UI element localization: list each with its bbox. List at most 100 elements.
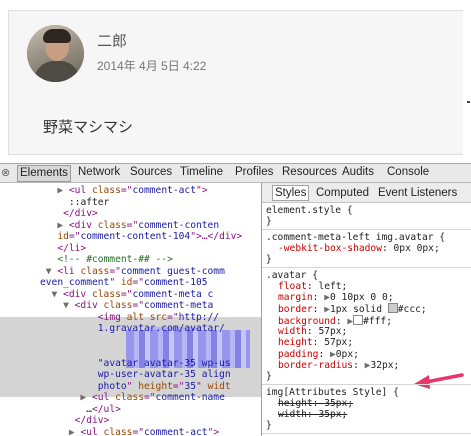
token-val: comment-105 (144, 277, 208, 288)
dom-node-line[interactable]: </li> (40, 243, 86, 255)
dom-node-line[interactable]: id="comment-content-104">…</div> (40, 231, 242, 243)
dom-node-line[interactable]: ▶ <ul class="comment-act"> (40, 427, 219, 436)
css-declaration[interactable]: margin: ▶0 10px 0 0; (278, 292, 394, 304)
token-tag: =" (143, 392, 156, 403)
tab-styles[interactable]: Styles (272, 185, 310, 201)
css-rule-close[interactable]: } (266, 216, 272, 228)
dom-node-line[interactable]: ▶ <ul class="comment-name (40, 392, 225, 404)
css-property: -webkit-box-shadow (278, 242, 382, 254)
dom-node-line[interactable]: </div> (40, 415, 110, 427)
dom-node-line[interactable]: even_comment" id="comment-105 (40, 277, 208, 289)
token-tag: =" (68, 231, 81, 242)
color-swatch-icon[interactable] (387, 303, 398, 314)
tab-sources[interactable]: Sources (130, 166, 172, 178)
tab-audits[interactable]: Audits (342, 166, 374, 178)
token-attr: id (120, 277, 133, 288)
rule-separator (262, 432, 471, 434)
dom-node-line[interactable]: 1.gravatar.com/avatar/ (40, 323, 225, 335)
css-declaration[interactable]: padding: ▶0px; (278, 349, 359, 361)
token-tag: =" (172, 380, 185, 392)
dom-node-line[interactable]: ▼ <div class="comment-meta c (40, 288, 214, 301)
dom-node-line[interactable]: ::after (40, 197, 109, 209)
token-tag: " (126, 380, 139, 392)
styles-tabs: Styles Computed Event Listeners (262, 183, 471, 203)
css-value: 57px; (324, 337, 354, 349)
token-tag: </div> (63, 208, 98, 219)
css-rule-close[interactable]: } (266, 371, 272, 383)
dom-node-line[interactable]: <!-- #comment-## --> (40, 254, 173, 266)
css-property: width (278, 326, 307, 337)
token-attr: alt src (126, 311, 168, 323)
tab-elements[interactable]: Elements (17, 165, 71, 182)
token-tag: "> (207, 426, 220, 436)
comment-date[interactable]: 2014年 4月 5日 4:22 (97, 57, 206, 74)
dom-node-line[interactable]: "avatar avatar-35 wp-us (40, 358, 231, 370)
token-tag: ">…</div> (190, 231, 243, 242)
token-val: comment-meta c (132, 288, 214, 300)
css-property: border-radius (278, 359, 354, 371)
token-tag: =" (120, 185, 133, 196)
dom-node-line[interactable]: ▼ <li class="comment guest-comm (40, 266, 225, 278)
tab-network[interactable]: Network (78, 166, 120, 178)
css-declaration[interactable]: -webkit-box-shadow: 0px 0px; (278, 243, 440, 255)
close-icon[interactable]: ⊗ (1, 166, 10, 179)
token-tag: </li> (57, 242, 87, 254)
indent: ▼ (40, 288, 64, 300)
css-value: left; (318, 280, 348, 292)
dom-node-line[interactable]: ▶ <div class="comment-conten (40, 220, 219, 232)
css-declaration[interactable]: height: 35px; (278, 398, 353, 410)
indent: ▶ (40, 219, 69, 231)
dom-node-line[interactable]: wp-user-avatar-35 align (40, 369, 231, 381)
dom-node-line[interactable]: photo" height="35" widt (40, 381, 231, 393)
token-tag: <ul (68, 185, 92, 196)
token-tag: =" (167, 311, 179, 323)
css-selector[interactable]: element.style { (266, 205, 353, 217)
dom-node-line[interactable]: …</ul> (40, 404, 121, 416)
dom-node-line[interactable]: <img alt src="http:// (40, 312, 219, 324)
css-color-value: #ccc; (397, 304, 427, 316)
css-declaration[interactable]: border-radius: ▶32px; (278, 360, 399, 372)
dom-node-line[interactable]: </div> (40, 208, 98, 220)
css-declaration[interactable]: height: 57px; (278, 337, 353, 349)
token-tag: <div (63, 288, 92, 300)
tab-profiles[interactable]: Profiles (235, 166, 273, 178)
token-val: photo (97, 380, 127, 392)
dom-node-line[interactable]: ▼ <div class="comment-meta (40, 300, 213, 312)
token-val: 1.gravatar.com/avatar/ (97, 323, 225, 334)
css-rule-close[interactable]: } (266, 254, 272, 266)
comment-author[interactable]: 二郎 (97, 30, 127, 51)
css-declaration[interactable]: width: 35px; (278, 409, 347, 421)
color-swatch-icon[interactable] (353, 314, 364, 325)
tab-event-listeners[interactable]: Event Listeners (378, 187, 457, 199)
token-tag: =" (132, 426, 144, 436)
token-tag: </ul> (92, 403, 121, 415)
css-value: 0px; (335, 348, 359, 360)
token-cmt: <!-- #comment-## --> (57, 254, 173, 265)
annotation-arrow-icon (414, 373, 464, 389)
css-declaration[interactable]: width: 57px; (278, 326, 347, 338)
token-val: comment-name (155, 392, 225, 403)
devtools-toolbar: ⊗ Elements Network Sources Timeline Prof… (0, 163, 471, 183)
token-val: comment guest-comm (120, 265, 225, 277)
tab-timeline[interactable]: Timeline (180, 166, 223, 178)
token-tag: <div (68, 219, 98, 231)
css-selector[interactable]: img[Attributes Style] { (266, 387, 399, 399)
token-tag: <ul (80, 426, 104, 436)
css-selector[interactable]: .avatar { (266, 270, 318, 282)
tab-resources[interactable]: Resources (282, 166, 337, 178)
elements-panel[interactable]: ▶ <ul class="comment-act"> ::after </div… (0, 183, 261, 436)
dom-node-line[interactable]: ▶ <ul class="comment-act"> (40, 185, 207, 197)
css-color-value: #fff; (363, 315, 392, 327)
css-rule-close[interactable]: } (266, 420, 272, 432)
css-selector[interactable]: .comment-meta-left img.avatar { (266, 232, 445, 244)
tab-console[interactable]: Console (387, 166, 429, 178)
tab-computed[interactable]: Computed (316, 187, 369, 199)
css-property: height (278, 337, 313, 349)
token-val: http:// (178, 311, 220, 323)
css-declaration[interactable]: float: left; (278, 281, 347, 293)
